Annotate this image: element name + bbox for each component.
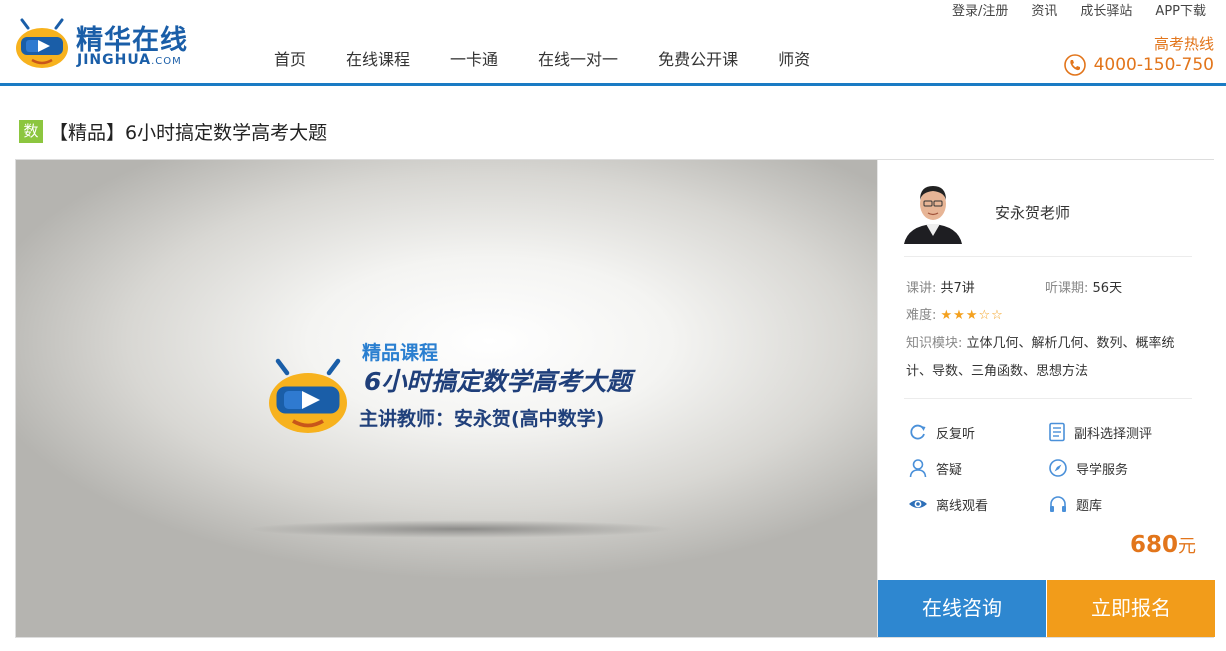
news-link[interactable]: 资讯 [1031, 0, 1057, 19]
eye-icon [909, 500, 927, 508]
hotline-label: 高考热线 [1153, 35, 1214, 53]
video-floor-shadow [246, 520, 676, 538]
teacher-name[interactable]: 安永贺老师 [995, 202, 1070, 223]
feature-label: 离线观看 [936, 498, 989, 514]
feature-qa: 答疑 [908, 458, 962, 478]
divider [904, 398, 1192, 399]
nav-home[interactable]: 首页 [274, 46, 306, 70]
course-title-row: 数 【精品】6小时搞定数学高考大题 [19, 118, 327, 145]
course-video-player[interactable]: 精品课程 6小时搞定数学高考大题 主讲教师：安永贺(高中数学) [16, 160, 877, 637]
nav-one-on-one[interactable]: 在线一对一 [538, 46, 618, 70]
feature-label: 导学服务 [1076, 462, 1129, 478]
phone-icon [1063, 54, 1086, 76]
growth-station-link[interactable]: 成长驿站 [1080, 0, 1132, 19]
feature-label: 副科选择测评 [1074, 426, 1153, 442]
course-info-sidebar: 安永贺老师 课讲: 共7讲 听课期: 56天 难度: ★★★☆☆ 知识模块: 立… [877, 160, 1215, 637]
divider [904, 256, 1192, 257]
feature-guidance: 导学服务 [1048, 458, 1128, 478]
teacher-avatar [904, 176, 962, 244]
site-header: 精华在线 JINGHUA.COM 首页 在线课程 一卡通 在线一对一 免费公开课… [0, 0, 1226, 86]
feature-label: 答疑 [936, 462, 963, 478]
nav-one-card[interactable]: 一卡通 [450, 46, 498, 70]
nav-teachers[interactable]: 师资 [778, 46, 810, 70]
lesson-count-label: 课讲: [906, 281, 937, 296]
feature-offline: 离线观看 [908, 494, 988, 514]
app-download-link[interactable]: APP下载 [1155, 0, 1206, 19]
hotline-number: 4000-150-750 [1093, 55, 1214, 75]
lesson-count: 课讲: 共7讲 [906, 277, 975, 296]
lesson-count-value: 共7讲 [940, 281, 975, 296]
price-amount: 680 [1129, 532, 1178, 558]
headphones-icon [1050, 496, 1066, 512]
knowledge-modules-label: 知识模块: [906, 336, 963, 351]
mascot-logo-icon [16, 18, 68, 68]
logo-en-suffix: .COM [151, 56, 182, 67]
compass-icon [1049, 459, 1067, 477]
video-caption-title: 6小时搞定数学高考大题 [364, 367, 632, 396]
person-icon [909, 459, 927, 478]
study-period-value: 56天 [1092, 281, 1123, 296]
video-mascot-icon [269, 358, 347, 433]
document-icon [1049, 422, 1065, 442]
feature-repeat-listen: 反复听 [908, 422, 975, 442]
course-price: 680元 [1130, 532, 1196, 558]
difficulty-stars: ★★★☆☆ [941, 308, 1004, 323]
feature-question-bank: 题库 [1048, 494, 1102, 514]
feature-label: 反复听 [936, 426, 976, 442]
page-title: 【精品】6小时搞定数学高考大题 [49, 122, 328, 144]
feature-label: 题库 [1076, 498, 1103, 514]
study-period-label: 听课期: [1045, 281, 1089, 296]
logo-en-main: JINGHUA [77, 52, 152, 68]
price-unit: 元 [1178, 536, 1196, 557]
study-period: 听课期: 56天 [1045, 277, 1122, 296]
online-consult-button[interactable]: 在线咨询 [878, 580, 1046, 637]
star-empty-icon: ☆☆ [978, 308, 1004, 323]
knowledge-modules: 知识模块: 立体几何、解析几何、数列、概率统计、导数、三角函数、思想方法 [906, 330, 1196, 386]
hotline: 4000-150-750 [1063, 54, 1214, 76]
video-caption-premium: 精品课程 [362, 342, 439, 364]
site-logo[interactable]: 精华在线 JINGHUA.COM [14, 16, 234, 72]
star-filled-icon: ★★★ [940, 308, 979, 323]
difficulty: 难度: ★★★☆☆ [906, 304, 1004, 323]
video-caption-teacher: 主讲教师：安永贺(高中数学) [359, 408, 605, 430]
login-register-link[interactable]: 登录/注册 [952, 0, 1008, 19]
difficulty-label: 难度: [906, 308, 937, 323]
course-panel: 精品课程 6小时搞定数学高考大题 主讲教师：安永贺(高中数学) 安永贺老师 课讲… [15, 159, 1215, 638]
top-links: 登录/注册 资讯 成长驿站 APP下载 [929, 0, 1206, 19]
enroll-now-button[interactable]: 立即报名 [1047, 580, 1215, 637]
feature-elective-test: 副科选择测评 [1048, 422, 1152, 442]
main-nav: 首页 在线课程 一卡通 在线一对一 免费公开课 师资 [254, 46, 830, 70]
logo-english-text: JINGHUA.COM [77, 52, 182, 68]
subject-badge: 数 [19, 120, 43, 143]
nav-free-open-class[interactable]: 免费公开课 [658, 46, 738, 70]
refresh-icon [910, 424, 926, 440]
nav-online-courses[interactable]: 在线课程 [346, 46, 410, 70]
